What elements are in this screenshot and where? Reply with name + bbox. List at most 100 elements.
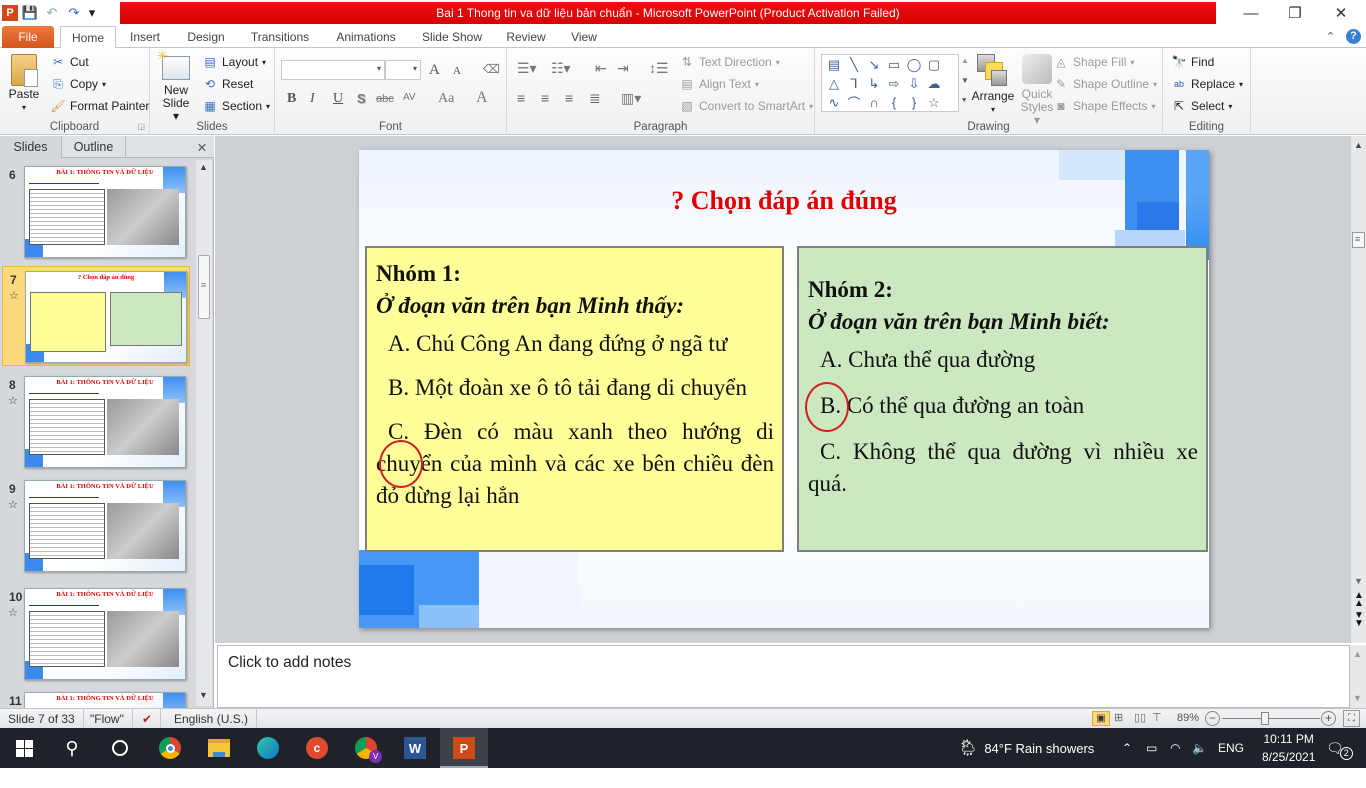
slide-thumbnail-7[interactable]: 7 ☆ ? Chọn đáp án đúng xyxy=(2,266,190,366)
language-indicator[interactable]: English (U.S.) xyxy=(166,709,258,728)
align-left-button[interactable]: ≡ xyxy=(517,90,525,106)
shape-option[interactable]: ◯ xyxy=(904,55,924,74)
shape-option[interactable]: } xyxy=(904,93,924,112)
select-button[interactable]: ⇱ Select ▾ xyxy=(1171,98,1232,114)
zoom-level[interactable]: 89% xyxy=(1177,712,1199,724)
group2-textbox[interactable]: Nhóm 2: Ở đoạn văn trên bạn Minh biết: A… xyxy=(797,246,1208,552)
slide-scrollbar[interactable]: ▲ ≡ ▼ ▲ ▲ ▼ ▼ xyxy=(1350,136,1366,643)
search-button[interactable]: ⚲ xyxy=(48,728,96,768)
taskbar-chrome[interactable] xyxy=(146,728,194,768)
tab-slides[interactable]: Slides xyxy=(0,136,62,158)
taskbar-chrome-profile[interactable]: V xyxy=(342,728,390,768)
task-view-button[interactable] xyxy=(96,728,144,768)
answer-circle-group1[interactable] xyxy=(379,440,423,488)
minimize-ribbon-icon[interactable]: ⌃ xyxy=(1326,30,1335,43)
shape-option[interactable]: ⇩ xyxy=(904,74,924,93)
shapes-gallery[interactable]: ▤ ╲ ↘ ▭ ◯ ▢ △ ⅂ ↳ ⇨ ⇩ ☁ ∿ ⌒ ∩{} ☆ xyxy=(821,54,959,112)
scroll-down-icon[interactable]: ▼ xyxy=(1353,693,1362,703)
tab-transitions[interactable]: Transitions xyxy=(244,26,316,48)
shape-option[interactable]: ▢ xyxy=(924,55,944,74)
slide-sorter-icon[interactable]: ⊞ xyxy=(1114,711,1123,724)
scroll-up-icon[interactable]: ▲ xyxy=(1353,649,1362,659)
clear-formatting-icon[interactable]: ⌫ xyxy=(483,62,500,76)
line-spacing-button[interactable]: ↕☰ xyxy=(649,60,669,77)
tab-slide-show[interactable]: Slide Show xyxy=(416,26,488,48)
shape-outline-button[interactable]: ✎ Shape Outline ▾ xyxy=(1053,76,1157,92)
theme-name[interactable]: "Flow" xyxy=(82,709,133,728)
reading-view-icon[interactable]: ▯▯ xyxy=(1134,711,1146,724)
weather-widget[interactable]: 🌦 84°F Rain showers xyxy=(958,728,1094,768)
cut-button[interactable]: ✂ Cut xyxy=(50,54,89,70)
tab-home[interactable]: Home xyxy=(60,26,116,49)
save-icon[interactable]: 💾 xyxy=(20,3,40,23)
align-center-button[interactable]: ≡ xyxy=(541,90,549,106)
close-pane-icon[interactable]: ✕ xyxy=(192,136,212,158)
shape-fill-button[interactable]: ◬ Shape Fill ▾ xyxy=(1053,54,1134,70)
slide-canvas[interactable]: ? Chọn đáp án đúng Nhóm 1: Ở đoạn văn tr… xyxy=(359,150,1209,628)
tab-file[interactable]: File xyxy=(2,26,54,48)
shape-option[interactable]: ⌒ xyxy=(844,93,864,112)
dialog-launcher-icon[interactable]: ◲ xyxy=(137,122,145,131)
customize-qat-icon[interactable]: ▾ xyxy=(86,3,98,23)
font-color-button[interactable]: A xyxy=(476,89,488,107)
shrink-font-icon[interactable]: A xyxy=(453,65,461,77)
slides-pane-scrollbar[interactable]: ▲ ≡ ▼ xyxy=(196,160,212,706)
action-center-button[interactable]: 🗨 2 xyxy=(1326,728,1353,768)
new-slide-button[interactable]: ✳ New Slide ▾ xyxy=(157,49,194,123)
text-direction-button[interactable]: ⇅ Text Direction ▾ xyxy=(679,54,780,70)
tab-outline[interactable]: Outline xyxy=(62,136,126,158)
scroll-up-icon[interactable]: ▲ xyxy=(1354,140,1363,150)
taskbar-word[interactable]: W xyxy=(391,728,439,768)
restore-button[interactable]: ❐ xyxy=(1272,0,1318,26)
arrange-button[interactable]: Arrange ▾ xyxy=(967,54,1019,116)
shape-option[interactable]: ∩ xyxy=(864,93,884,112)
scroll-up-icon[interactable]: ▲ xyxy=(199,162,208,172)
find-button[interactable]: 🔭 Find xyxy=(1171,54,1215,70)
decrease-indent-button[interactable]: ⇤ xyxy=(595,60,607,77)
bold-button[interactable]: B xyxy=(287,91,296,107)
redo-icon[interactable]: ↷ xyxy=(64,3,84,23)
slide-thumbnail-10[interactable]: 10 ☆ BÀI 1: THÔNG TIN VÀ DỮ LIỆU xyxy=(2,588,190,684)
grow-font-icon[interactable]: A xyxy=(429,62,440,79)
shape-option[interactable]: ↘ xyxy=(864,55,884,74)
align-text-button[interactable]: ▤ Align Text ▾ xyxy=(679,76,759,92)
tab-animations[interactable]: Animations xyxy=(328,26,404,48)
fit-to-window-icon[interactable]: ⛶ xyxy=(1343,710,1360,727)
shape-option[interactable]: ⅂ xyxy=(844,74,864,93)
shape-option[interactable]: ╲ xyxy=(844,55,864,74)
justify-button[interactable]: ≣ xyxy=(589,90,601,107)
bullets-button[interactable]: ☰▾ xyxy=(517,60,537,77)
zoom-in-button[interactable]: + xyxy=(1321,711,1336,726)
section-button[interactable]: ▦ Section ▾ xyxy=(202,98,270,114)
tab-design[interactable]: Design xyxy=(180,26,232,48)
shape-option[interactable]: ▭ xyxy=(884,55,904,74)
shape-effects-button[interactable]: ◙ Shape Effects ▾ xyxy=(1053,98,1155,114)
increase-indent-button[interactable]: ⇥ xyxy=(617,60,629,77)
notes-pane[interactable]: Click to add notes xyxy=(217,645,1350,708)
shape-option[interactable]: ☆ xyxy=(924,93,944,112)
undo-icon[interactable]: ↶ xyxy=(42,3,62,23)
taskbar-coccoc[interactable]: c xyxy=(293,728,341,768)
volume-icon[interactable]: 🔈 xyxy=(1192,728,1207,768)
spell-check-icon[interactable]: ✔ xyxy=(134,709,162,728)
taskbar-edge[interactable] xyxy=(244,728,292,768)
scroll-thumb[interactable]: ≡ xyxy=(1352,232,1365,248)
shape-option[interactable]: ☁ xyxy=(924,74,944,93)
convert-smartart-button[interactable]: ▧ Convert to SmartArt ▾ xyxy=(679,98,813,114)
tab-review[interactable]: Review xyxy=(500,26,552,48)
tab-view[interactable]: View xyxy=(562,26,606,48)
shape-option[interactable]: ∿ xyxy=(824,93,844,112)
slide-thumbnail-6[interactable]: 6 BÀI 1: THÔNG TIN VÀ DỮ LIỆU xyxy=(2,166,190,262)
numbering-button[interactable]: ☷▾ xyxy=(551,60,571,77)
slide-thumbnail-9[interactable]: 9 ☆ BÀI 1: THÔNG TIN VÀ DỮ LIỆU xyxy=(2,480,190,576)
normal-view-icon[interactable]: ▣ xyxy=(1092,711,1110,726)
taskbar-powerpoint[interactable]: P xyxy=(440,728,488,768)
previous-slide-icon[interactable]: ▲ ▲ xyxy=(1354,591,1364,609)
tab-insert[interactable]: Insert xyxy=(122,26,168,48)
replace-button[interactable]: ab Replace ▾ xyxy=(1171,76,1243,92)
close-button[interactable]: ✕ xyxy=(1318,0,1364,26)
group1-textbox[interactable]: Nhóm 1: Ở đoạn văn trên bạn Minh thấy: A… xyxy=(365,246,784,552)
slide-title[interactable]: ? Chọn đáp án đúng xyxy=(359,186,1209,216)
taskbar-file-explorer[interactable] xyxy=(195,728,243,768)
scroll-down-icon[interactable]: ▼ xyxy=(199,690,208,700)
